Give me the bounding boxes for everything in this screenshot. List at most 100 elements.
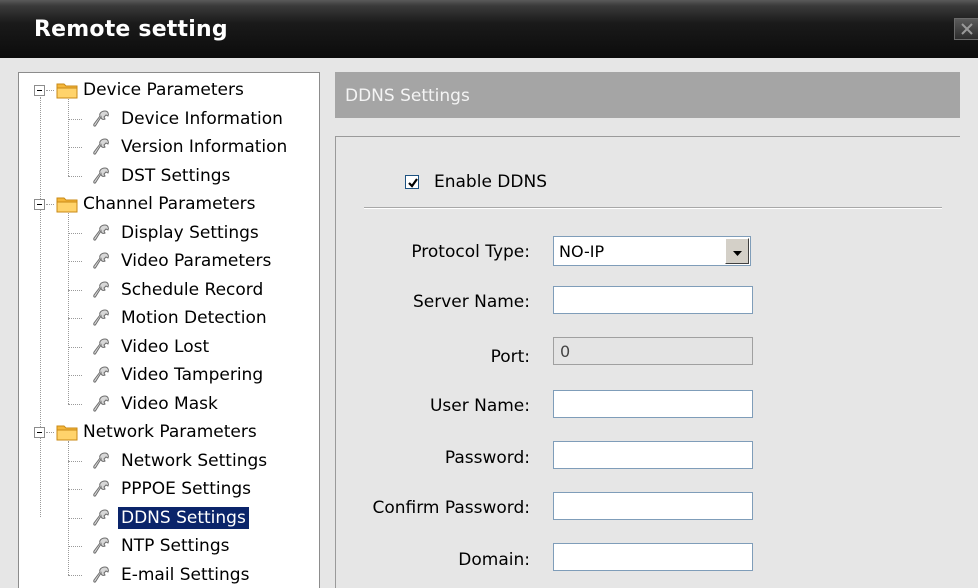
tree-item[interactable]: E-mail Settings — [19, 562, 319, 588]
protocol-type-label: Protocol Type: — [411, 242, 530, 262]
wrench-icon — [93, 280, 111, 304]
section-title: DDNS Settings — [345, 86, 470, 106]
port-input — [553, 337, 753, 365]
collapse-toggle-icon[interactable] — [34, 85, 45, 96]
tree-item[interactable]: DST Settings — [19, 163, 319, 189]
tree-connector — [68, 318, 82, 319]
window-title: Remote setting — [34, 17, 228, 42]
tree-item-label[interactable]: Network Settings — [121, 448, 267, 474]
wrench-icon — [93, 166, 111, 190]
tree-item[interactable]: Version Information — [19, 134, 319, 160]
user-name-input[interactable] — [553, 390, 753, 418]
tree-item-label[interactable]: Video Lost — [121, 334, 209, 360]
port-label: Port: — [490, 347, 530, 367]
wrench-icon — [93, 308, 111, 332]
wrench-icon — [93, 109, 111, 133]
checkmark-icon — [408, 178, 418, 188]
wrench-icon — [93, 137, 111, 161]
tree-connector — [68, 460, 82, 462]
tree-item-label[interactable]: Video Parameters — [121, 248, 271, 274]
tree-connector — [68, 118, 82, 120]
wrench-icon — [93, 479, 111, 503]
enable-ddns-label[interactable]: Enable DDNS — [434, 172, 547, 192]
tree-item[interactable]: DDNS Settings — [19, 505, 319, 531]
domain-label: Domain: — [458, 550, 530, 570]
tree-connector — [68, 375, 82, 376]
tree-item[interactable]: Device Information — [19, 106, 319, 132]
wrench-icon — [93, 223, 111, 247]
protocol-type-select[interactable]: NO-IP — [553, 236, 751, 266]
collapse-toggle-icon[interactable] — [34, 427, 45, 438]
chevron-down-icon — [732, 242, 742, 261]
tree-item-label[interactable]: E-mail Settings — [121, 562, 249, 588]
tree-connector — [68, 546, 82, 547]
tree-group-label[interactable]: Channel Parameters — [83, 191, 256, 217]
tree-item[interactable]: Display Settings — [19, 220, 319, 246]
tree-group-label[interactable]: Network Parameters — [83, 419, 257, 445]
tree-connector — [68, 441, 69, 575]
tree-group[interactable]: Device Parameters — [19, 77, 319, 103]
tree-item-label[interactable]: Schedule Record — [121, 277, 263, 303]
tree-item-label[interactable]: Video Mask — [121, 391, 218, 417]
password-label: Password: — [444, 448, 530, 468]
tree-connector — [68, 261, 82, 262]
tree-group-label[interactable]: Device Parameters — [83, 77, 244, 103]
tree-connector — [68, 99, 69, 176]
wrench-icon — [93, 451, 111, 475]
tree-item[interactable]: Video Lost — [19, 334, 319, 360]
tree-connector — [68, 489, 82, 490]
confirm-password-input[interactable] — [553, 492, 753, 520]
settings-tree[interactable]: Device Parameters Device Information Versi… — [18, 72, 320, 588]
tree-item[interactable]: Network Settings — [19, 448, 319, 474]
tree-item-label[interactable]: NTP Settings — [121, 533, 229, 559]
folder-icon — [56, 81, 78, 103]
wrench-icon — [93, 251, 111, 275]
folder-icon — [56, 423, 78, 445]
protocol-type-value: NO-IP — [559, 242, 605, 261]
section-header: DDNS Settings — [335, 72, 960, 118]
tree-item-label[interactable]: Version Information — [121, 134, 287, 160]
tree-item-label[interactable]: Device Information — [121, 106, 283, 132]
remote-setting-window: Remote setting Device Parameters Device I… — [0, 0, 978, 588]
server-name-label: Server Name: — [412, 292, 530, 312]
tree-item[interactable]: Motion Detection — [19, 305, 319, 331]
confirm-password-label: Confirm Password: — [372, 498, 530, 518]
wrench-icon — [93, 565, 111, 588]
tree-item-label[interactable]: DDNS Settings — [118, 506, 249, 529]
password-input[interactable] — [553, 441, 753, 469]
tree-connector — [68, 574, 82, 576]
wrench-icon — [93, 508, 111, 532]
tree-connector — [68, 289, 82, 291]
tree-connector — [68, 147, 82, 148]
close-button[interactable] — [954, 18, 978, 40]
tree-item-label[interactable]: Video Tampering — [121, 362, 263, 388]
dropdown-button[interactable] — [725, 238, 749, 264]
tree-connector — [68, 213, 69, 404]
domain-input[interactable] — [553, 543, 753, 571]
wrench-icon — [93, 394, 111, 418]
close-icon — [960, 20, 973, 39]
tree-item[interactable]: Video Tampering — [19, 362, 319, 388]
tree-item[interactable]: PPPOE Settings — [19, 476, 319, 502]
wrench-icon — [93, 365, 111, 389]
wrench-icon — [93, 536, 111, 560]
tree-connector — [46, 90, 54, 91]
tree-connector — [46, 432, 54, 433]
tree-item[interactable]: Video Parameters — [19, 248, 319, 274]
tree-group[interactable]: Channel Parameters — [19, 191, 319, 217]
tree-group[interactable]: Network Parameters — [19, 419, 319, 445]
wrench-icon — [93, 337, 111, 361]
enable-ddns-checkbox[interactable] — [405, 175, 419, 189]
tree-item-label[interactable]: Motion Detection — [121, 305, 267, 331]
tree-item-label[interactable]: Display Settings — [121, 220, 259, 246]
title-bar[interactable]: Remote setting — [0, 0, 978, 58]
folder-icon — [56, 195, 78, 217]
collapse-toggle-icon[interactable] — [34, 199, 45, 210]
server-name-input[interactable] — [553, 286, 753, 314]
tree-connector — [68, 517, 82, 519]
tree-item-label[interactable]: PPPOE Settings — [121, 476, 251, 502]
tree-item[interactable]: Video Mask — [19, 391, 319, 417]
tree-item-label[interactable]: DST Settings — [121, 163, 230, 189]
tree-item[interactable]: NTP Settings — [19, 533, 319, 559]
tree-item[interactable]: Schedule Record — [19, 277, 319, 303]
